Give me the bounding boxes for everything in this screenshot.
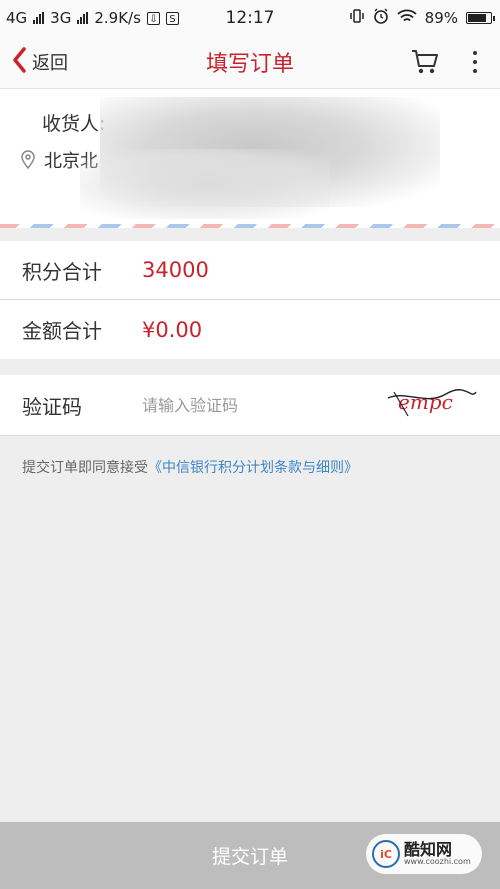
alarm-icon — [373, 8, 389, 28]
watermark-url: www.coozhi.com — [404, 857, 471, 867]
cart-button[interactable] — [410, 48, 440, 80]
vibrate-icon — [349, 9, 365, 27]
status-bar: 4G 3G 2.9K/s ⇩ S 12:17 89% — [0, 0, 500, 36]
notification-s-icon: S — [165, 11, 179, 25]
envelope-border-stripe — [0, 224, 500, 228]
watermark: iC 酷知网 www.coozhi.com — [366, 834, 482, 874]
back-label: 返回 — [32, 53, 68, 74]
watermark-logo: iC — [372, 840, 400, 868]
status-bar-right: 89% — [349, 0, 495, 36]
amount-label: 金额合计 — [22, 319, 102, 343]
recipient-label: 收货人: — [42, 113, 106, 135]
nav-bar: 返回 填写订单 — [0, 36, 500, 89]
wifi-icon — [397, 9, 417, 27]
amount-value: ¥0.00 — [142, 317, 203, 342]
captcha-card: 验证码 empc — [0, 375, 500, 436]
captcha-label: 验证码 — [22, 394, 82, 419]
battery-icon — [466, 12, 495, 24]
captcha-input[interactable] — [140, 394, 364, 416]
more-menu-button[interactable] — [468, 48, 482, 76]
captcha-image-text: empc — [398, 390, 453, 414]
signal-bars-icon-2 — [77, 12, 89, 24]
watermark-title: 酷知网 — [404, 839, 453, 859]
amount-row: 金额合计 ¥0.00 — [0, 300, 500, 359]
points-row: 积分合计 34000 — [0, 241, 500, 299]
agreement-text: 提交订单即同意接受《中信银行积分计划条款与细则》 — [22, 457, 358, 477]
more-dot-icon — [473, 51, 477, 55]
notification-app-icon: ⇩ — [146, 11, 160, 25]
status-bar-left: 4G 3G 2.9K/s ⇩ S — [6, 0, 179, 36]
battery-level — [468, 14, 486, 22]
more-dot-icon — [473, 69, 477, 73]
submit-bar: 提交订单 iC 酷知网 www.coozhi.com — [0, 822, 500, 889]
location-pin-icon — [20, 149, 36, 173]
captcha-image[interactable]: empc — [386, 386, 478, 424]
terms-link[interactable]: 《中信银行积分计划条款与细则》 — [148, 460, 358, 476]
signal-bars-icon — [33, 12, 45, 24]
points-value: 34000 — [142, 258, 209, 282]
divider — [0, 435, 500, 436]
agreement-prefix: 提交订单即同意接受 — [22, 460, 148, 476]
battery-percent: 89% — [424, 9, 458, 27]
more-dot-icon — [473, 60, 477, 64]
network-speed: 2.9K/s — [94, 9, 141, 27]
redaction-blur-2 — [80, 149, 330, 219]
captcha-row: 验证码 empc — [0, 375, 500, 435]
cart-icon — [410, 50, 440, 80]
order-summary-card: 积分合计 34000 金额合计 ¥0.00 — [0, 241, 500, 359]
points-label: 积分合计 — [22, 259, 102, 284]
network-3g-label: 3G — [50, 9, 72, 27]
chevron-left-icon — [12, 47, 26, 77]
address-card[interactable]: 收货人: 北京北 — [0, 89, 500, 225]
network-4g-label: 4G — [6, 9, 28, 27]
back-button[interactable]: 返回 — [12, 36, 68, 88]
